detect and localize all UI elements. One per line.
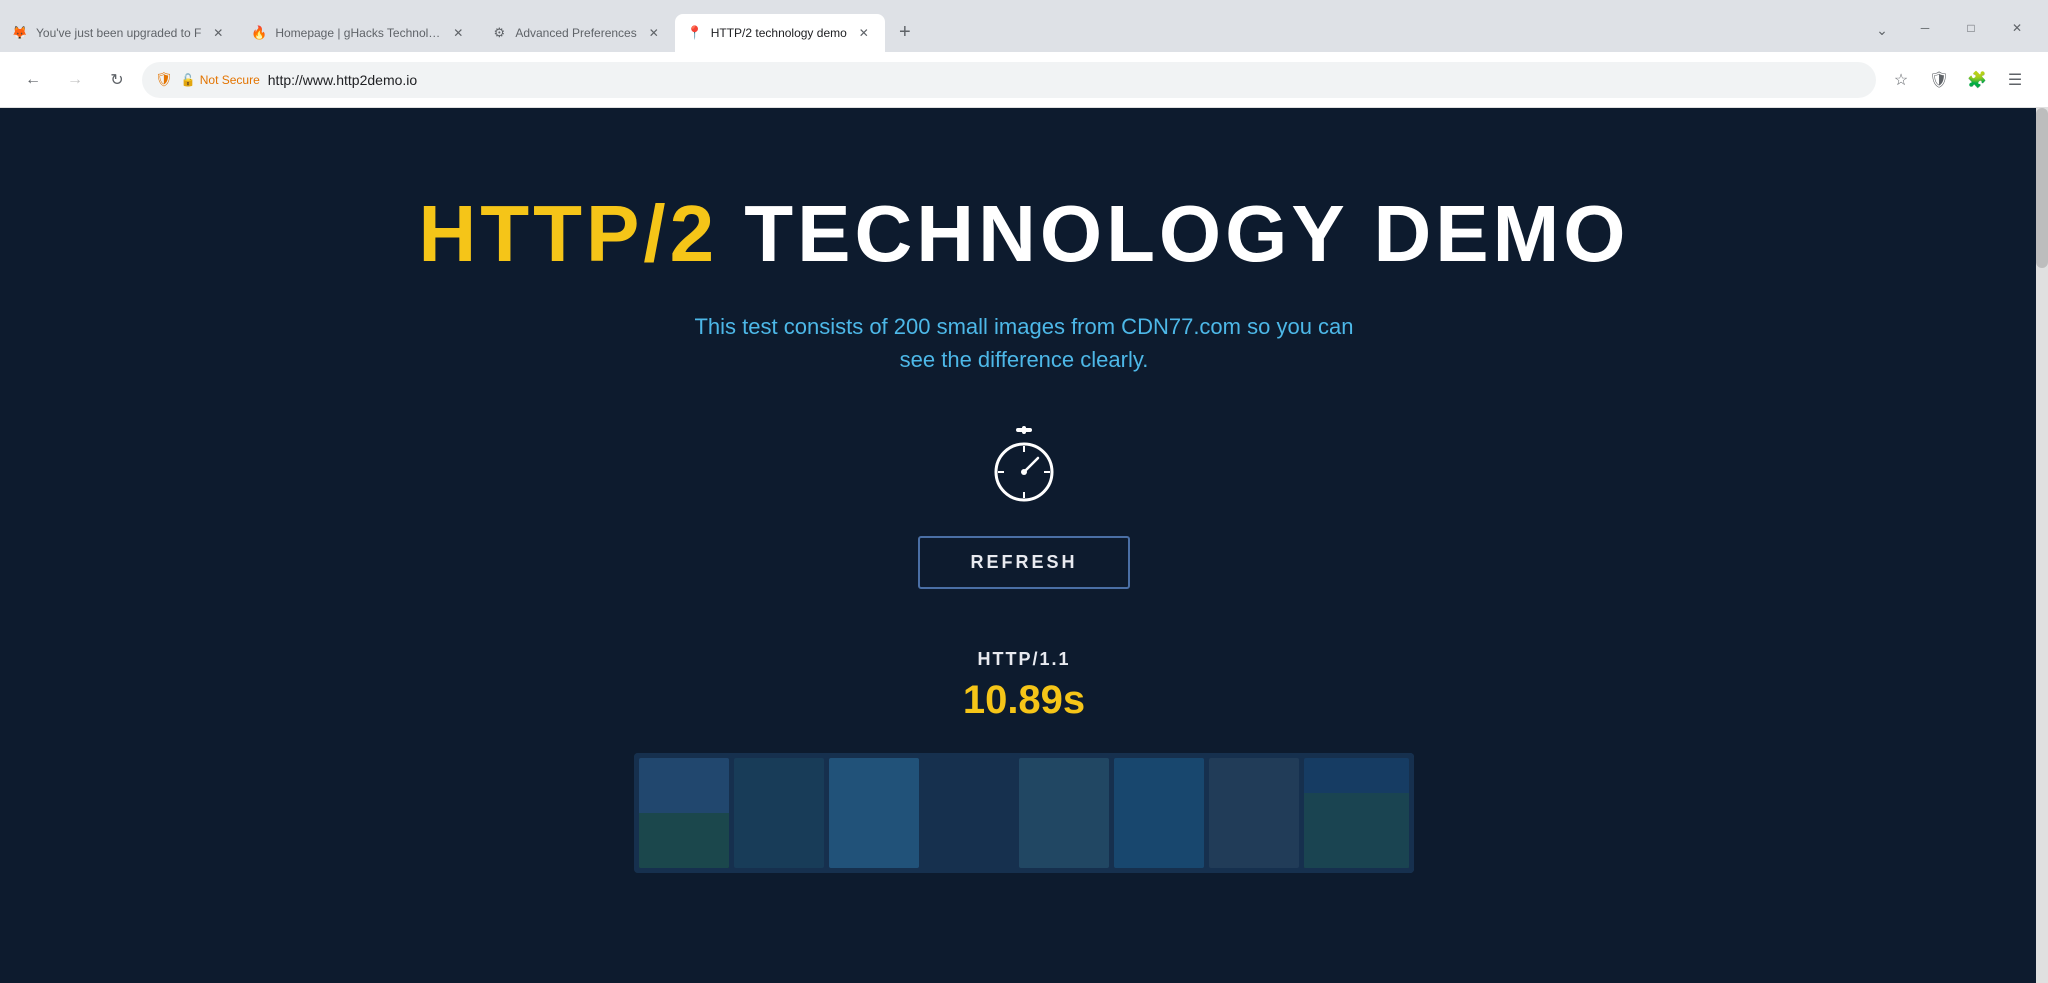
browser-window: 🦊 You've just been upgraded to F ✕ 🔥 Hom… (0, 0, 2048, 983)
minimize-button[interactable]: ─ (1902, 12, 1948, 44)
image-grid-preview (634, 753, 1414, 873)
toolbar: ← → ↻ 🛡 🔓 Not Secure ☆ 🛡 🧩 ☰ (0, 52, 2048, 108)
page-heading: HTTP/2 TECHNOLOGY DEMO (418, 188, 1629, 280)
menu-button[interactable]: ☰ (1998, 63, 2032, 97)
close-button[interactable]: ✕ (1994, 12, 2040, 44)
stopwatch-icon (984, 426, 1064, 506)
tab-4-active[interactable]: 📍 HTTP/2 technology demo ✕ (675, 14, 885, 52)
tab-1-favicon: 🦊 (12, 25, 28, 41)
maximize-button[interactable]: □ (1948, 12, 1994, 44)
shield-button[interactable]: 🛡 (1922, 63, 1956, 97)
tab-3[interactable]: ⚙ Advanced Preferences ✕ (479, 14, 674, 52)
tab-4-close[interactable]: ✕ (855, 24, 873, 42)
tab-1[interactable]: 🦊 You've just been upgraded to F ✕ (0, 14, 239, 52)
scrollbar[interactable] (2036, 108, 2048, 983)
heading-http2: HTTP/2 (418, 189, 718, 278)
tab-2-favicon: 🔥 (251, 25, 267, 41)
url-input[interactable] (268, 72, 1863, 88)
tab-bar: 🦊 You've just been upgraded to F ✕ 🔥 Hom… (0, 0, 2048, 52)
window-controls: ─ □ ✕ (1902, 12, 2040, 48)
page-content: HTTP/2 TECHNOLOGY DEMO This test consist… (0, 108, 2048, 983)
scrollbar-thumb[interactable] (2036, 108, 2048, 268)
address-bar[interactable]: 🛡 🔓 Not Secure (142, 62, 1876, 98)
bookmark-button[interactable]: ☆ (1884, 63, 1918, 97)
tab-3-favicon: ⚙ (491, 25, 507, 41)
back-button[interactable]: ← (16, 63, 50, 97)
http-time-value: 10.89s (963, 678, 1085, 723)
tab-3-title: Advanced Preferences (515, 26, 636, 40)
toolbar-right: ☆ 🛡 🧩 ☰ (1884, 63, 2032, 97)
page-subtitle: This test consists of 200 small images f… (674, 310, 1374, 376)
reload-button[interactable]: ↻ (100, 63, 134, 97)
http-version-label: HTTP/1.1 (977, 649, 1070, 670)
refresh-button[interactable]: REFRESH (918, 536, 1129, 589)
tab-1-title: You've just been upgraded to F (36, 26, 201, 40)
new-tab-button[interactable]: + (889, 16, 921, 48)
not-secure-badge: 🔓 Not Secure (181, 73, 260, 87)
tab-2-title: Homepage | gHacks Technolog (275, 26, 441, 40)
forward-button[interactable]: → (58, 63, 92, 97)
tab-3-close[interactable]: ✕ (645, 24, 663, 42)
page-main: HTTP/2 TECHNOLOGY DEMO This test consist… (0, 108, 2048, 873)
extensions-button[interactable]: 🧩 (1960, 63, 1994, 97)
heading-rest: TECHNOLOGY DEMO (718, 189, 1629, 278)
tab-bar-right: ⌄ ─ □ ✕ (1866, 12, 2048, 52)
tab-2-close[interactable]: ✕ (449, 24, 467, 42)
tab-4-title: HTTP/2 technology demo (711, 26, 847, 40)
lock-broken-icon: 🔓 (181, 73, 196, 87)
security-shield-icon: 🛡 (155, 71, 173, 88)
tab-2[interactable]: 🔥 Homepage | gHacks Technolog ✕ (239, 14, 479, 52)
not-secure-label: Not Secure (200, 73, 260, 87)
tab-dropdown-button[interactable]: ⌄ (1866, 14, 1898, 46)
tab-1-close[interactable]: ✕ (209, 24, 227, 42)
tab-4-favicon: 📍 (687, 25, 703, 41)
